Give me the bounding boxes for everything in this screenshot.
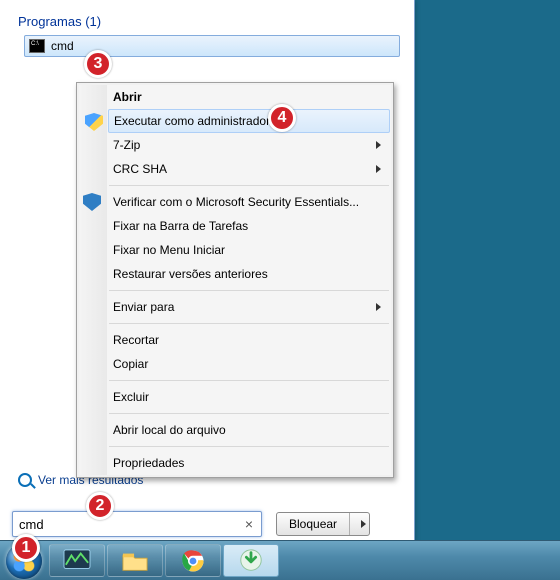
taskbar-button-explorer[interactable] bbox=[107, 544, 163, 577]
lock-button-label[interactable]: Bloquear bbox=[277, 513, 349, 535]
step-badge-3: 3 bbox=[84, 50, 112, 78]
step-badge-1: 1 bbox=[12, 534, 40, 562]
step-badge-4: 4 bbox=[268, 104, 296, 132]
lock-button-dropdown[interactable] bbox=[349, 513, 369, 535]
programs-header: Programas (1) bbox=[0, 0, 414, 33]
context-menu-item-label: Abrir bbox=[113, 90, 142, 104]
context-menu-separator bbox=[109, 185, 389, 186]
context-menu-separator bbox=[109, 290, 389, 291]
context-menu-item-label: Restaurar versões anteriores bbox=[113, 267, 268, 281]
context-menu: Abrir Executar como administrador 7-Zip CRC… bbox=[76, 82, 394, 478]
context-menu-item-label: Fixar no Menu Iniciar bbox=[113, 243, 225, 257]
taskbar-button-task-manager[interactable] bbox=[49, 544, 105, 577]
search-result-label: cmd bbox=[51, 39, 74, 53]
context-menu-item-label: Propriedades bbox=[113, 456, 184, 470]
context-menu-item[interactable]: Restaurar versões anteriores bbox=[107, 262, 391, 286]
context-menu-item-label: Verificar com o Microsoft Security Essen… bbox=[113, 195, 359, 209]
start-search-box[interactable]: × bbox=[12, 511, 262, 537]
context-menu-item[interactable]: Excluir bbox=[107, 385, 391, 409]
context-menu-item-label: Enviar para bbox=[113, 300, 174, 314]
context-menu-item[interactable]: Fixar no Menu Iniciar bbox=[107, 238, 391, 262]
search-input[interactable] bbox=[19, 517, 243, 532]
chrome-icon bbox=[178, 548, 208, 574]
monitor-icon bbox=[62, 548, 92, 574]
download-icon bbox=[236, 548, 266, 574]
context-menu-item[interactable]: Recortar bbox=[107, 328, 391, 352]
start-menu-bottom-bar: × Bloquear bbox=[12, 511, 402, 537]
context-menu-item[interactable]: Copiar bbox=[107, 352, 391, 376]
context-menu-item[interactable]: Enviar para bbox=[107, 295, 391, 319]
context-menu-gutter bbox=[79, 85, 107, 475]
context-menu-item-label: Fixar na Barra de Tarefas bbox=[113, 219, 248, 233]
context-menu-separator bbox=[109, 413, 389, 414]
context-menu-item[interactable]: Verificar com o Microsoft Security Essen… bbox=[107, 190, 391, 214]
taskbar bbox=[0, 540, 560, 580]
step-badge-2: 2 bbox=[86, 492, 114, 520]
taskbar-button-downloader[interactable] bbox=[223, 544, 279, 577]
context-menu-item-label: 7-Zip bbox=[113, 138, 140, 152]
context-menu-item[interactable]: 7-Zip bbox=[107, 133, 391, 157]
context-menu-item-label: CRC SHA bbox=[113, 162, 167, 176]
context-menu-item-label: Excluir bbox=[113, 390, 149, 404]
context-menu-item-label: Recortar bbox=[113, 333, 159, 347]
search-icon bbox=[18, 473, 32, 487]
context-menu-item[interactable]: Executar como administrador bbox=[108, 109, 390, 133]
context-menu-item-label: Executar como administrador bbox=[114, 114, 270, 128]
context-menu-separator bbox=[109, 446, 389, 447]
search-result-cmd[interactable]: cmd bbox=[24, 35, 400, 57]
context-menu-item[interactable]: CRC SHA bbox=[107, 157, 391, 181]
context-menu-separator bbox=[109, 323, 389, 324]
submenu-arrow-icon bbox=[376, 141, 381, 149]
submenu-arrow-icon bbox=[376, 303, 381, 311]
context-menu-separator bbox=[109, 380, 389, 381]
context-menu-item[interactable]: Propriedades bbox=[107, 451, 391, 475]
clear-search-icon[interactable]: × bbox=[243, 516, 255, 532]
context-menu-item-label: Copiar bbox=[113, 357, 148, 371]
context-menu-item[interactable]: Abrir bbox=[107, 85, 391, 109]
taskbar-button-chrome[interactable] bbox=[165, 544, 221, 577]
chevron-right-icon bbox=[361, 520, 366, 528]
lock-split-button[interactable]: Bloquear bbox=[276, 512, 370, 536]
cmd-icon bbox=[29, 39, 45, 53]
folder-icon bbox=[120, 548, 150, 574]
submenu-arrow-icon bbox=[376, 165, 381, 173]
context-menu-item[interactable]: Abrir local do arquivo bbox=[107, 418, 391, 442]
context-menu-item[interactable]: Fixar na Barra de Tarefas bbox=[107, 214, 391, 238]
context-menu-item-label: Abrir local do arquivo bbox=[113, 423, 226, 437]
